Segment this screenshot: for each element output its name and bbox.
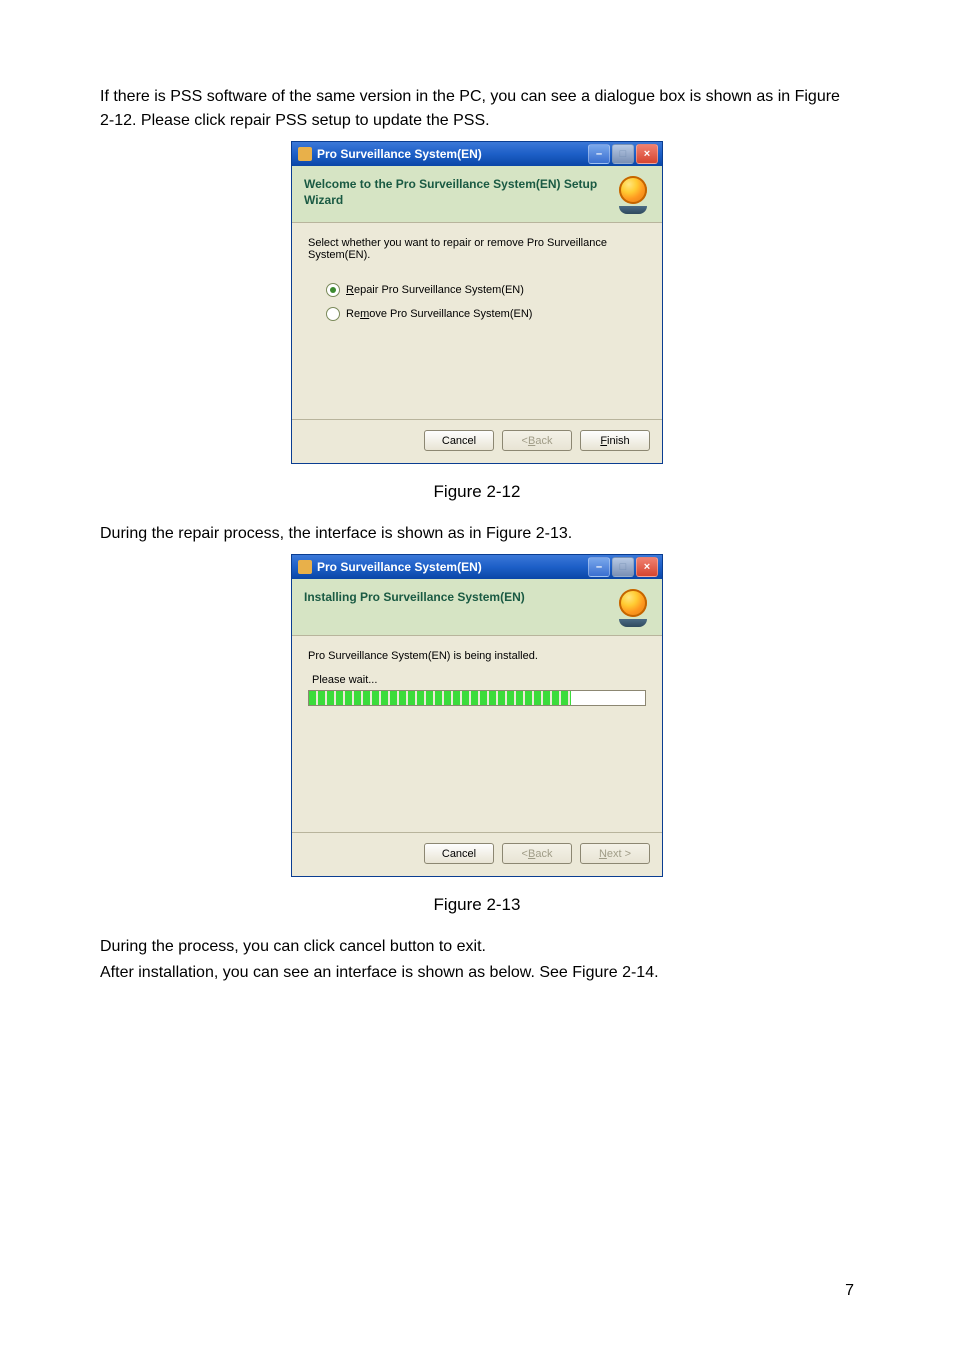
window-title: Pro Surveillance System(EN) [317,560,482,574]
wizard-header-text: Installing Pro Surveillance System(EN) [304,589,616,605]
wizard-body: Select whether you want to repair or rem… [292,223,662,419]
body-paragraph-3b: After installation, you can see an inter… [100,961,854,985]
back-button: < Back [502,843,572,864]
repair-radio-label: Repair Pro Surveillance System(EN) [346,284,524,296]
wizard-logo-arc-icon [619,619,647,627]
wizard-header: Welcome to the Pro Surveillance System(E… [292,166,662,223]
installer-icon [298,147,312,161]
repair-radio[interactable]: Repair Pro Surveillance System(EN) [326,283,646,297]
please-wait-label: Please wait... [312,674,646,686]
installer-icon [298,560,312,574]
page-number: 7 [845,1282,854,1300]
cancel-button[interactable]: Cancel [424,843,494,864]
body-paragraph-3a: During the process, you can click cancel… [100,935,854,959]
maximize-button: □ [612,557,634,577]
next-button: Next > [580,843,650,864]
figure-caption-1: Figure 2-12 [100,482,854,502]
titlebar: Pro Surveillance System(EN) – □ × [292,555,662,579]
instruction-text: Pro Surveillance System(EN) is being ins… [308,650,646,662]
radio-off-icon [326,307,340,321]
wizard-footer: Cancel < Back Next > [292,832,662,876]
back-button: < Back [502,430,572,451]
minimize-button[interactable]: – [588,557,610,577]
wizard-header: Installing Pro Surveillance System(EN) [292,579,662,636]
cancel-button[interactable]: Cancel [424,430,494,451]
figure-caption-2: Figure 2-13 [100,895,854,915]
wizard-footer: Cancel < Back Finish [292,419,662,463]
repair-wizard-dialog: Pro Surveillance System(EN) – □ × Welcom… [291,141,663,464]
radio-on-icon [326,283,340,297]
progress-fill [309,691,571,705]
wizard-body: Pro Surveillance System(EN) is being ins… [292,636,662,832]
close-button[interactable]: × [636,144,658,164]
body-paragraph-1: If there is PSS software of the same ver… [100,85,854,133]
window-title: Pro Surveillance System(EN) [317,147,482,161]
wizard-logo-icon [619,176,647,204]
close-button[interactable]: × [636,557,658,577]
remove-radio-label: Remove Pro Surveillance System(EN) [346,308,532,320]
remove-radio[interactable]: Remove Pro Surveillance System(EN) [326,307,646,321]
wizard-logo-icon [619,589,647,617]
body-paragraph-2: During the repair process, the interface… [100,522,854,546]
wizard-header-text: Welcome to the Pro Surveillance System(E… [304,176,616,208]
titlebar: Pro Surveillance System(EN) – □ × [292,142,662,166]
installing-dialog: Pro Surveillance System(EN) – □ × Instal… [291,554,663,877]
minimize-button[interactable]: – [588,144,610,164]
finish-button[interactable]: Finish [580,430,650,451]
progress-bar [308,690,646,706]
maximize-button: □ [612,144,634,164]
instruction-text: Select whether you want to repair or rem… [308,237,646,261]
wizard-logo-arc-icon [619,206,647,214]
